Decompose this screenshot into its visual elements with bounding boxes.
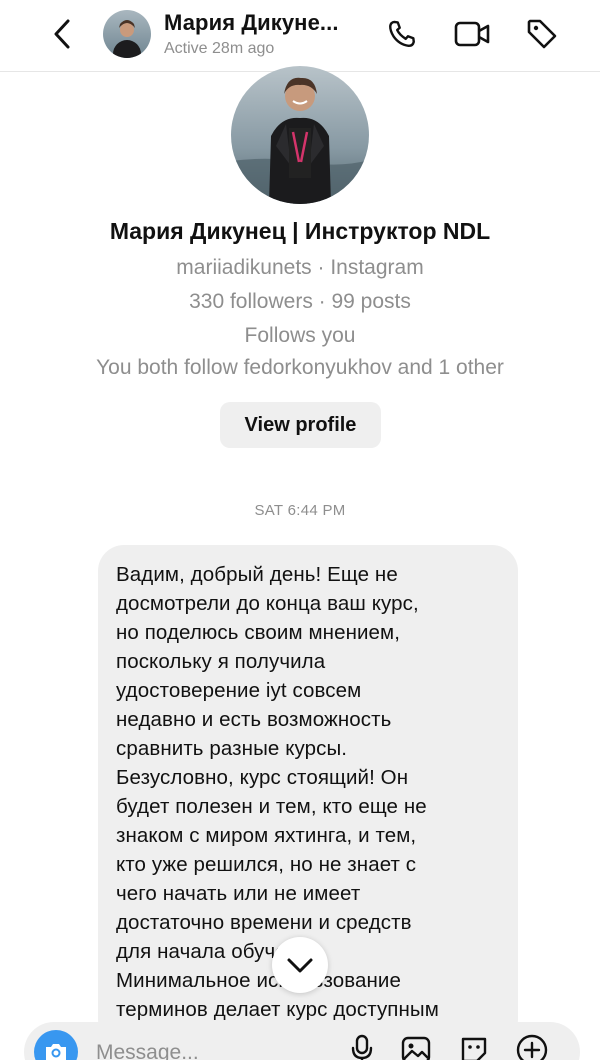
- chat-header: Мария Дикуне... Active 28m ago: [0, 0, 600, 72]
- chevron-left-icon: [54, 19, 70, 49]
- sticker-icon: [461, 1037, 487, 1060]
- microphone-icon: [351, 1034, 373, 1060]
- camera-button[interactable]: [34, 1030, 78, 1060]
- camera-icon: [46, 1044, 66, 1060]
- video-camera-icon: [454, 21, 490, 47]
- avatar[interactable]: [103, 10, 151, 58]
- tag-icon: [527, 19, 557, 49]
- message-composer: [24, 1022, 580, 1060]
- phone-icon: [389, 20, 415, 47]
- message-timestamp: SAT 6:44 PM: [254, 502, 346, 519]
- sticker-button[interactable]: [456, 1032, 492, 1060]
- profile-avatar[interactable]: [231, 66, 369, 204]
- profile-handle: mariiadikunets · Instagram: [176, 256, 424, 279]
- message-input[interactable]: [96, 1038, 296, 1060]
- scroll-to-bottom-button[interactable]: [272, 937, 328, 993]
- gallery-button[interactable]: [398, 1032, 434, 1060]
- follows-you-label: Follows you: [244, 324, 356, 347]
- profile-name: Мария Дикунец | Инструктор NDL: [109, 218, 491, 244]
- back-button[interactable]: [44, 14, 80, 54]
- tag-button[interactable]: [522, 14, 562, 54]
- image-icon: [401, 1036, 431, 1060]
- video-call-button[interactable]: [452, 14, 492, 54]
- profile-stats: 330 followers · 99 posts: [189, 290, 411, 313]
- plus-circle-icon: [516, 1034, 548, 1060]
- contact-name[interactable]: Мария Дикуне...: [164, 10, 339, 36]
- active-status: Active 28m ago: [164, 40, 275, 57]
- more-options-button[interactable]: [514, 1032, 550, 1060]
- mutual-followers: You both follow fedorkonyukhov and 1 oth…: [96, 356, 504, 379]
- view-profile-button[interactable]: View profile: [220, 402, 381, 448]
- call-button[interactable]: [382, 14, 422, 54]
- voice-message-button[interactable]: [344, 1032, 380, 1060]
- chevron-down-icon: [287, 958, 313, 973]
